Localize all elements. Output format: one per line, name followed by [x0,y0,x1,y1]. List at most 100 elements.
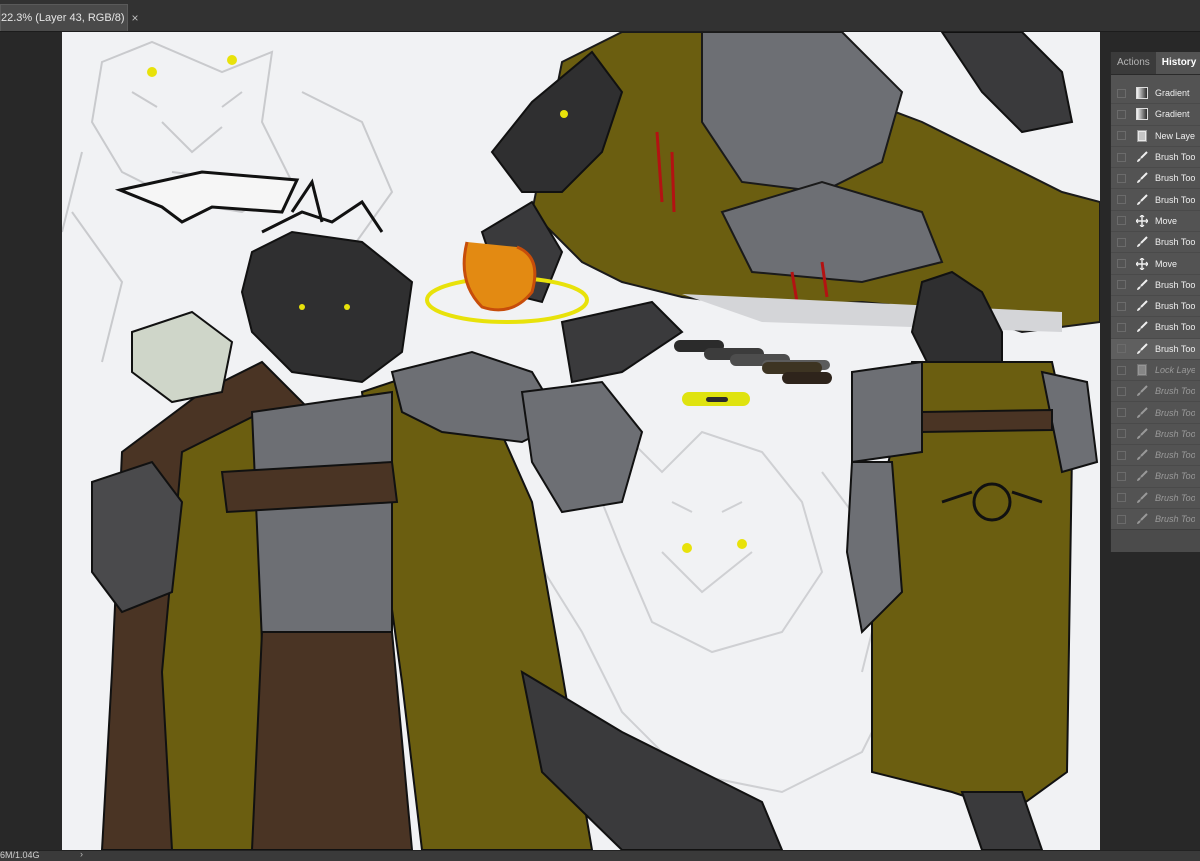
gradient-icon [1135,107,1149,121]
sketch-eye-left-lower [682,543,692,553]
brush-icon [1135,342,1149,356]
werewolf-artwork [62,32,1100,850]
history-item-label: Brush Tool [1155,428,1195,439]
history-item-label: Gradient [1155,88,1190,99]
history-snapshot-checkbox[interactable] [1117,259,1126,269]
history-item-label: Brush Tool [1155,322,1195,333]
brush-icon [1135,384,1149,398]
history-item[interactable]: Brush Tool [1111,296,1200,318]
history-snapshot-checkbox[interactable] [1117,429,1126,439]
status-bar: 6M/1.04G › [0,849,1200,861]
panel-footer [1111,529,1200,552]
sketch-eye-right [227,55,237,65]
brush-icon [1135,278,1149,292]
history-item[interactable]: Brush Tool [1111,424,1200,446]
history-item-label: Move [1155,258,1178,269]
document-tab-title: 22.3% (Layer 43, RGB/8) [1,12,125,24]
panel-tabs: Actions History [1111,52,1200,75]
history-item[interactable]: Brush Tool [1111,402,1200,424]
history-item[interactable]: Brush Tool [1111,488,1200,509]
history-item-label: New Layer [1155,130,1195,141]
history-item[interactable]: Gradient [1111,104,1200,126]
move-icon [1135,257,1149,271]
history-snapshot-checkbox[interactable] [1117,109,1126,119]
history-item[interactable]: Brush Tool [1111,275,1200,296]
history-snapshot-checkbox[interactable] [1117,88,1126,98]
brush-icon [1135,299,1149,313]
brush-icon [1135,448,1149,462]
brush-icon [1135,150,1149,164]
flame-effect [462,241,537,312]
history-item-label: Brush Tool [1155,471,1195,482]
tab-actions[interactable]: Actions [1111,52,1156,74]
history-item-label: Brush Tool [1155,152,1195,163]
history-item-label: Brush Tool [1155,237,1195,248]
history-item-label: Brush Tool [1155,173,1195,184]
back-view-werewolf [845,270,1099,850]
sketch-eye-right-lower [737,539,747,549]
brush-icon [1135,235,1149,249]
history-item[interactable]: Brush Tool [1111,189,1200,211]
history-snapshot-checkbox[interactable] [1117,450,1126,460]
history-panel: Actions History Gradient Gradient New Laye… [1110,52,1200,552]
history-item-label: Lock Layer [1155,365,1195,375]
history-item-label: Move [1155,215,1178,226]
new-layer-icon [1135,363,1149,377]
history-snapshot-checkbox[interactable] [1117,280,1126,290]
speech-bubble-sketch [114,170,300,224]
history-snapshot-checkbox[interactable] [1117,216,1126,226]
history-snapshot-checkbox[interactable] [1117,322,1126,332]
history-item[interactable]: New Layer [1111,126,1200,147]
history-snapshot-checkbox[interactable] [1117,131,1126,141]
history-list: Gradient Gradient New Layer Brush Tool Brush… [1111,83,1200,531]
history-snapshot-checkbox[interactable] [1117,344,1126,354]
history-item[interactable]: Brush Tool [1111,445,1200,467]
history-snapshot-checkbox[interactable] [1117,471,1126,481]
document-tab[interactable]: 22.3% (Layer 43, RGB/8) × [0,4,139,31]
history-item[interactable]: Gradient [1111,83,1200,105]
history-item[interactable]: Move [1111,211,1200,233]
history-item[interactable]: Brush Tool [1111,147,1200,169]
history-snapshot-checkbox[interactable] [1117,514,1126,524]
history-item[interactable]: Brush Tool [1111,168,1200,190]
history-item-label: Brush Tool [1155,279,1195,290]
palette-swatch-6 [782,372,832,384]
history-snapshot-checkbox[interactable] [1117,195,1126,205]
history-item[interactable]: Move [1111,253,1200,275]
new-layer-icon [1135,129,1149,143]
history-snapshot-checkbox[interactable] [1117,386,1126,396]
history-item[interactable]: Brush Tool [1111,381,1200,403]
status-menu-arrow[interactable]: › [80,849,83,859]
tab-history[interactable]: History [1155,52,1200,74]
history-snapshot-checkbox[interactable] [1117,408,1126,418]
history-snapshot-checkbox[interactable] [1117,152,1126,162]
history-item[interactable]: Brush Tool [1111,466,1200,488]
history-snapshot-checkbox[interactable] [1117,493,1126,503]
history-snapshot-checkbox[interactable] [1117,301,1126,311]
highlight-swatch-mark [706,397,728,402]
history-item-label: Gradient [1155,109,1190,120]
brush-icon [1135,427,1149,441]
brush-icon [1135,193,1149,207]
history-item[interactable]: Brush Tool [1111,509,1200,531]
history-item-label: Brush Tool [1155,301,1195,312]
history-snapshot-checkbox[interactable] [1117,173,1126,183]
history-snapshot-checkbox[interactable] [1117,237,1126,247]
history-item-label: Brush Tool [1155,407,1195,418]
history-snapshot-checkbox[interactable] [1117,365,1126,375]
history-item[interactable]: Brush Tool [1111,232,1200,254]
document-tab-bar: 22.3% (Layer 43, RGB/8) × [0,0,1200,32]
move-icon [1135,214,1149,228]
brush-icon [1135,406,1149,420]
canvas-area [0,32,1110,850]
close-icon[interactable]: × [132,11,139,25]
brush-icon [1135,512,1149,526]
history-item[interactable]: Lock Layer [1111,360,1200,382]
sketch-eye-left [147,67,157,77]
artwork-canvas[interactable] [62,32,1100,850]
brush-icon [1135,469,1149,483]
history-item[interactable]: Brush Tool [1111,317,1200,339]
history-item[interactable]: Brush Tool [1111,338,1200,360]
document-size-readout: 6M/1.04G [0,850,40,860]
color-palette-strokes [674,340,832,406]
